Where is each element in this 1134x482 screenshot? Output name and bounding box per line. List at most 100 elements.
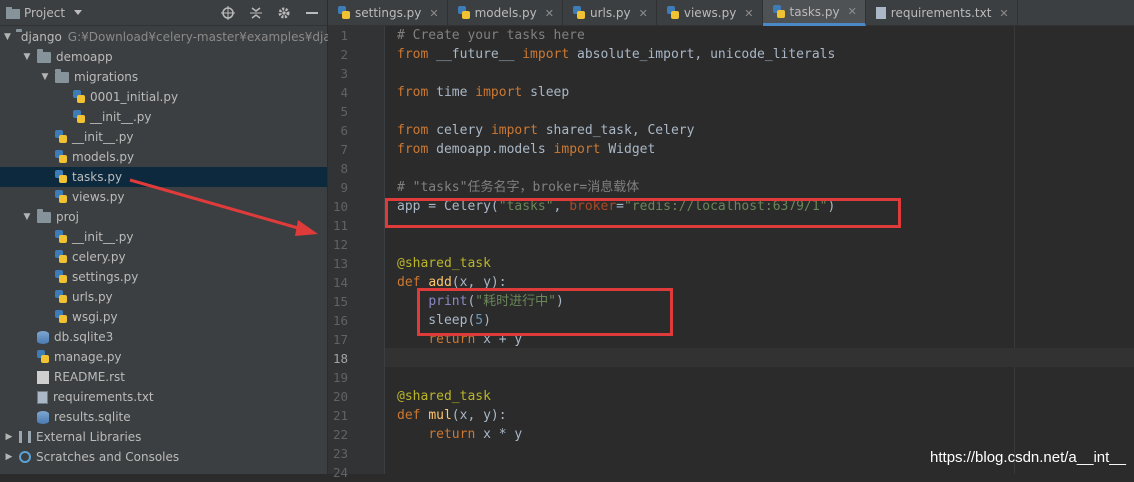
editor-tab[interactable]: models.py ✕ — [448, 0, 563, 26]
line-number[interactable]: 18 — [328, 349, 348, 368]
close-tab-icon[interactable]: ✕ — [545, 7, 554, 20]
line-number[interactable]: 12 — [328, 235, 348, 254]
collapse-all-icon[interactable] — [249, 6, 263, 20]
tree-item[interactable]: settings.py — [0, 267, 327, 287]
tree-item-label: settings.py — [72, 270, 139, 284]
tree-item[interactable]: results.sqlite — [0, 407, 327, 427]
expand-arrow-icon[interactable]: ▼ — [22, 52, 32, 62]
line-number[interactable]: 15 — [328, 292, 348, 311]
folder-icon — [37, 208, 51, 223]
expand-arrow-icon[interactable]: ▼ — [22, 212, 32, 222]
locate-icon[interactable] — [221, 5, 235, 20]
line-number[interactable]: 11 — [328, 216, 348, 235]
line-number[interactable]: 13 — [328, 254, 348, 273]
line-number[interactable]: 21 — [328, 406, 348, 425]
line-number[interactable]: 1 — [328, 26, 348, 45]
line-number[interactable]: 24 — [328, 463, 348, 482]
collapse-arrow-icon[interactable]: ▶ — [4, 452, 14, 462]
tree-item[interactable]: __init__.py — [0, 227, 327, 247]
code-editor[interactable]: # Create your tasks here from __future__ … — [385, 26, 1134, 474]
line-number[interactable]: 22 — [328, 425, 348, 444]
close-tab-icon[interactable]: ✕ — [848, 5, 857, 18]
editor-tab[interactable]: tasks.py ✕ — [762, 0, 866, 26]
line-number-gutter: 1 2 3 4 5 6 7 8 9 10 11 12 13 14 15 16 17 18 19 20 21 22 23 24 — [328, 26, 385, 480]
project-view-selector[interactable]: Project — [24, 6, 65, 20]
python-file-icon — [55, 150, 67, 164]
tree-item[interactable]: wsgi.py — [0, 307, 327, 327]
code-token: sleep — [530, 85, 570, 100]
line-number[interactable]: 14 — [328, 273, 348, 292]
close-tab-icon[interactable]: ✕ — [744, 7, 753, 20]
tab-label: settings.py — [355, 6, 422, 20]
python-file-icon — [73, 110, 85, 124]
line-number[interactable]: 10 — [328, 197, 348, 216]
tree-item[interactable]: db.sqlite3 — [0, 327, 327, 347]
line-number[interactable]: 2 — [328, 45, 348, 64]
tree-item[interactable]: ▼ proj — [0, 207, 327, 227]
editor-tab[interactable]: views.py ✕ — [657, 0, 763, 26]
tree-item[interactable]: ▼ django G:¥Download¥celery-master¥example… — [0, 27, 346, 47]
python-file-icon — [55, 230, 67, 244]
python-file-icon — [55, 270, 67, 284]
code-token: def — [397, 408, 429, 423]
close-tab-icon[interactable]: ✕ — [429, 7, 438, 20]
code-token: import — [475, 85, 531, 100]
tree-item[interactable]: ▼ migrations — [0, 67, 327, 87]
line-number[interactable]: 8 — [328, 159, 348, 178]
tree-item-label: 0001_initial.py — [90, 90, 179, 104]
line-number[interactable]: 5 — [328, 102, 348, 121]
tree-item-label: db.sqlite3 — [54, 330, 114, 344]
expand-arrow-icon[interactable]: ▼ — [40, 72, 50, 82]
python-file-icon — [55, 170, 67, 184]
tree-item[interactable]: manage.py — [0, 347, 327, 367]
python-file-icon — [457, 6, 470, 20]
tree-item[interactable]: ▼ demoapp — [0, 47, 327, 67]
tree-item-label: proj — [56, 210, 79, 224]
line-number[interactable]: 4 — [328, 83, 348, 102]
tree-item[interactable]: urls.py — [0, 287, 327, 307]
tree-item[interactable]: __init__.py — [0, 107, 327, 127]
close-tab-icon[interactable]: ✕ — [639, 7, 648, 20]
tree-item[interactable]: celery.py — [0, 247, 327, 267]
editor-tab[interactable]: settings.py ✕ — [328, 0, 448, 26]
line-number[interactable]: 16 — [328, 311, 348, 330]
chevron-down-icon[interactable] — [71, 6, 85, 20]
tree-item[interactable]: requirements.txt — [0, 387, 327, 407]
editor-tab[interactable]: urls.py ✕ — [563, 0, 657, 26]
python-file-icon — [772, 4, 785, 19]
tree-item[interactable]: __init__.py — [0, 127, 327, 147]
code-token: x * y — [483, 427, 523, 442]
editor-tab[interactable]: requirements.txt ✕ — [866, 0, 1018, 26]
code-line: # "tasks"任务名字，broker=消息载体 — [397, 178, 639, 197]
line-number[interactable]: 23 — [328, 444, 348, 463]
line-number[interactable]: 7 — [328, 140, 348, 159]
tree-item[interactable]: models.py — [0, 147, 327, 167]
tree-item[interactable]: views.py — [0, 187, 327, 207]
line-number[interactable]: 6 — [328, 121, 348, 140]
tree-item[interactable]: 0001_initial.py — [0, 87, 327, 107]
tree-item-label: Scratches and Consoles — [36, 450, 180, 464]
line-number[interactable]: 9 — [328, 178, 348, 197]
python-file-icon — [55, 310, 67, 324]
tree-item[interactable]: ▶ Scratches and Consoles — [0, 447, 327, 467]
close-tab-icon[interactable]: ✕ — [999, 7, 1008, 20]
line-number[interactable]: 17 — [328, 330, 348, 349]
collapse-arrow-icon[interactable]: ▶ — [4, 432, 14, 442]
code-token: @shared_task — [397, 389, 491, 404]
line-number[interactable]: 3 — [328, 64, 348, 83]
hide-panel-icon[interactable] — [305, 6, 319, 20]
folder-icon — [37, 48, 51, 63]
tree-item[interactable]: ▶ External Libraries — [0, 427, 327, 447]
tree-item[interactable]: README.rst — [0, 367, 327, 387]
gear-icon[interactable] — [277, 6, 291, 20]
tree-item-label: migrations — [74, 70, 139, 84]
line-number[interactable]: 19 — [328, 368, 348, 387]
line-number[interactable]: 20 — [328, 387, 348, 406]
tree-item[interactable]: tasks.py — [0, 167, 327, 187]
expand-arrow-icon[interactable]: ▼ — [4, 32, 11, 42]
